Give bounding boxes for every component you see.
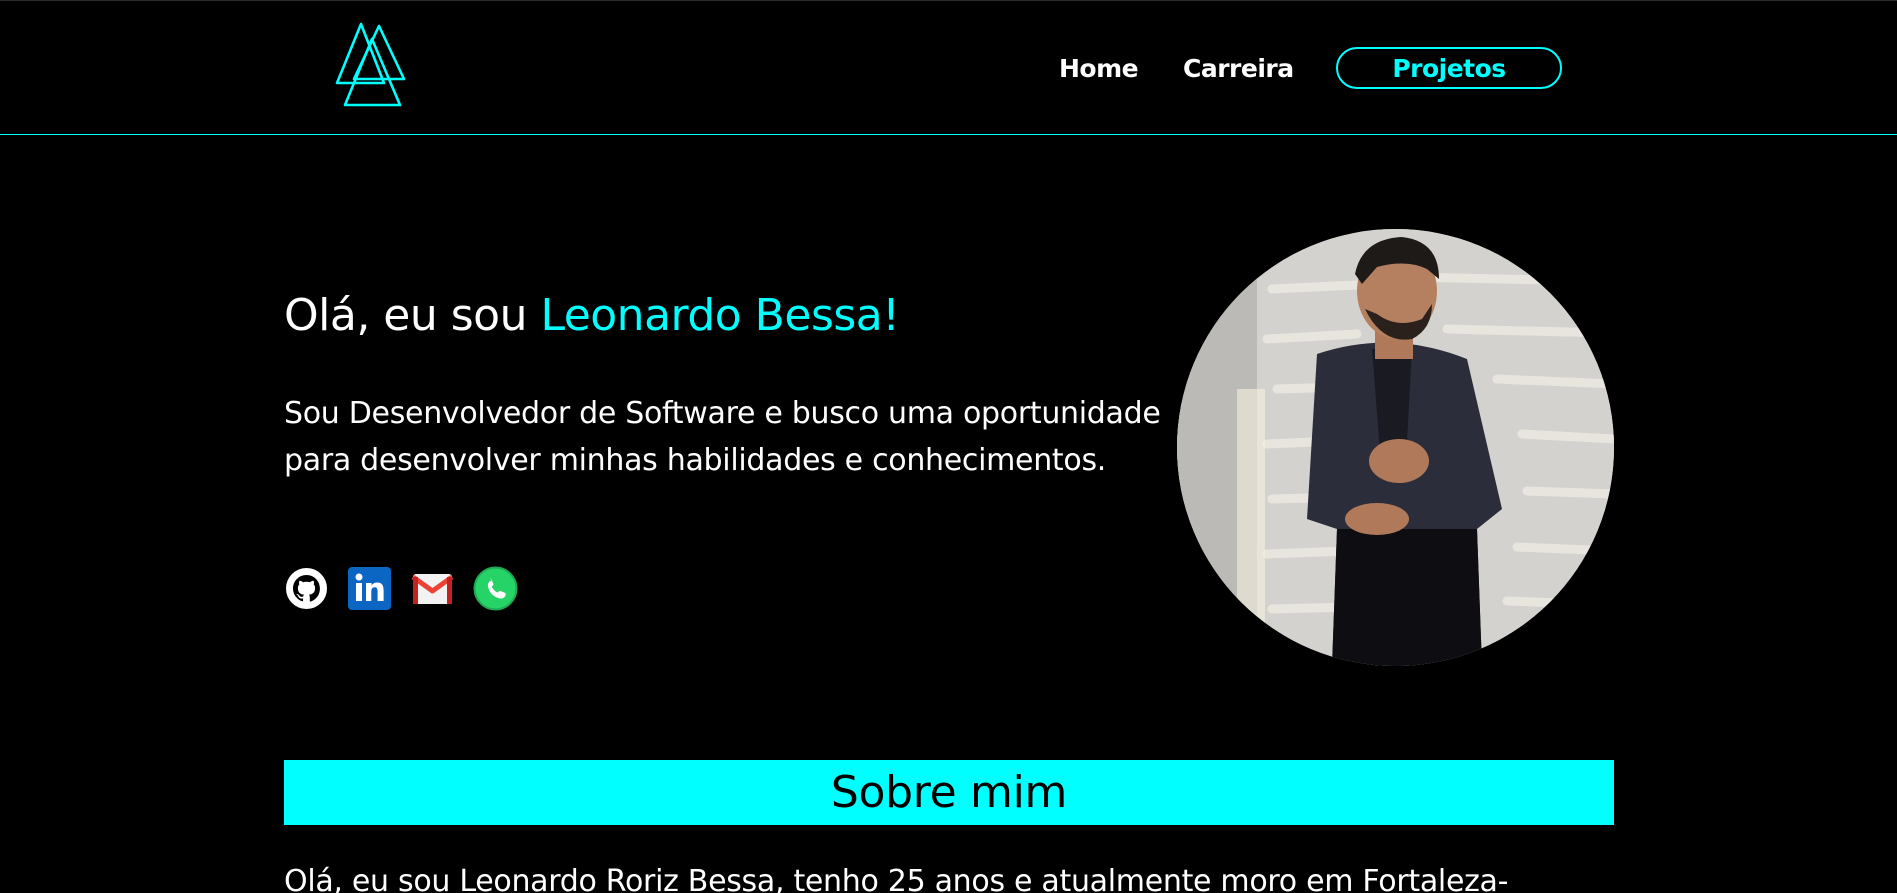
logo-icon[interactable]	[334, 21, 426, 107]
linkedin-icon[interactable]	[347, 566, 392, 611]
nav-career-label: Carreira	[1183, 53, 1294, 83]
nav-projects-button[interactable]: Projetos	[1336, 47, 1562, 89]
nav-home-label: Home	[1059, 53, 1139, 83]
hero-title: Olá, eu sou Leonardo Bessa!	[284, 290, 900, 341]
about-text: Olá, eu sou Leonardo Roriz Bessa, tenho …	[284, 864, 1509, 893]
github-icon[interactable]	[284, 566, 329, 611]
top-navbar: Home Carreira Projetos	[0, 0, 1897, 135]
hero-description: Sou Desenvolvedor de Software e busco um…	[284, 396, 1161, 478]
hero-title-prefix: Olá, eu sou	[284, 290, 541, 341]
profile-photo-illustration	[1177, 229, 1614, 666]
nav-home-link[interactable]: Home	[1059, 47, 1139, 89]
about-heading-bar: Sobre mim	[284, 760, 1614, 825]
about-heading: Sobre mim	[830, 767, 1068, 818]
nav-career-link[interactable]: Carreira	[1183, 47, 1294, 89]
gmail-icon[interactable]	[410, 566, 455, 611]
profile-photo	[1177, 229, 1614, 666]
social-links	[284, 566, 518, 611]
nav-projects-label: Projetos	[1392, 53, 1506, 83]
whatsapp-icon[interactable]	[473, 566, 518, 611]
hero-title-name: Leonardo Bessa!	[540, 290, 900, 341]
